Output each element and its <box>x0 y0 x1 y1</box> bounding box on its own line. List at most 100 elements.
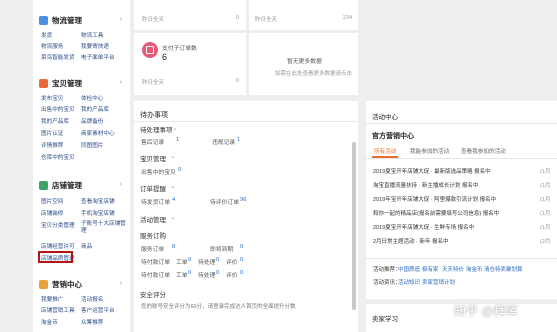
activity-row[interactable]: 2019夏宝开年店铺大促 · 生鲜专场 报名中 <box>373 223 474 231</box>
store-section-header[interactable]: 店铺管理 <box>39 180 82 191</box>
nav-link-image-space[interactable]: 图片空间 <box>41 197 63 205</box>
marketing-section-header[interactable]: 营销中心 <box>39 279 82 290</box>
pay-orders-card[interactable]: 支付子订单数 6 昨日全天 0 <box>134 33 246 95</box>
chevron-right-icon[interactable]: › <box>120 280 122 287</box>
service-row-value[interactable]: 0 <box>216 257 219 263</box>
activity-row[interactable]: 2月日常主题活动 · 新年 报名中 <box>373 237 448 245</box>
highlight-box <box>38 251 73 263</box>
nav-link-product-lib[interactable]: 我的产品库 <box>81 105 109 113</box>
recommend-link[interactable]: 极有家 <box>422 265 439 273</box>
security-text[interactable]: 您的账号安全评分为60分，请登录完成达人首页的全面提升分数 <box>141 302 296 310</box>
todo-group-product[interactable]: 宝贝管理 <box>140 153 166 163</box>
nav-link-event-signup[interactable]: 活动报名 <box>81 295 103 303</box>
bag-icon <box>39 79 48 88</box>
divider <box>366 123 557 124</box>
service-row-value[interactable]: 0 <box>188 270 191 276</box>
tab-joined[interactable]: 查看我参加的活动 <box>461 147 506 155</box>
activity-row[interactable]: 2019年宝开年店铺大促 · 阿里爆款引流计划 报名中 <box>373 195 496 203</box>
nav-link-product-lib-2[interactable]: 我的产品库 <box>41 117 69 125</box>
product-section-header[interactable]: 宝贝管理 <box>39 78 82 89</box>
nav-link-license[interactable]: 店铺经营许可 <box>41 242 75 250</box>
pay-orders-sub-label: 昨日全天 <box>142 80 165 86</box>
activity-row[interactable]: 和你一起的精品店(报名前需要填写公司信息) 报名中 <box>373 209 499 217</box>
news-link[interactable]: 活动知识 <box>398 278 420 286</box>
nav-link-logistics-tools[interactable]: 物流工具 <box>81 31 103 39</box>
service-row-value[interactable]: 0 <box>216 270 219 276</box>
chevron-right-icon[interactable]: › <box>120 79 122 86</box>
todo-item-value[interactable]: 0 <box>178 167 181 173</box>
recommend-link[interactable]: 中国质造 <box>398 265 420 273</box>
recommend-link[interactable]: 淘金币 <box>466 265 483 273</box>
pay-orders-label: 支付子订单数 <box>162 46 197 52</box>
empty-title: 暂无更多数据 <box>287 59 322 65</box>
watermark: 知乎 @拜晖 <box>454 304 518 318</box>
chevron-down-icon[interactable]: ⌄ <box>170 152 175 160</box>
service-row-label: 待付款订单 <box>141 273 170 279</box>
nav-link-ship[interactable]: 发货 <box>41 31 52 39</box>
nav-link-health-center[interactable]: 体检中心 <box>81 94 103 102</box>
nav-link-view-store[interactable]: 查看淘宝店铺 <box>81 197 115 205</box>
news-link[interactable]: 卖家营销计划 <box>422 278 455 286</box>
recommend-link[interactable]: 天天特价 <box>442 265 464 273</box>
nav-link-customer-ops[interactable]: 客户运营平台 <box>81 306 115 314</box>
todo-group-activity[interactable]: 活动管理 <box>140 214 166 224</box>
todo-item-value[interactable]: 96 <box>240 197 246 203</box>
activity-row[interactable]: 2019夏宝开年店铺大促 · 最新版选品策略 报名中 <box>373 167 491 175</box>
nav-link-logistics-service[interactable]: 物流服务 <box>41 42 63 50</box>
nav-link-smart-ship[interactable]: 菜鸟智能发货 <box>41 53 75 61</box>
tab-can-join[interactable]: 我能参加的活动 <box>410 147 449 155</box>
nav-link-category-mgmt[interactable]: 宝贝分类管理 <box>41 221 75 229</box>
todo-group-service[interactable]: 服务订购 <box>140 230 166 240</box>
chevron-down-icon[interactable]: ⌄ <box>170 213 175 221</box>
recommend-link[interactable]: 聚划算 <box>506 265 523 273</box>
nav-link-brand-backup[interactable]: 品牌备份 <box>81 117 103 125</box>
recommend-link[interactable]: 清仓特卖 <box>484 265 506 273</box>
nav-link-publish[interactable]: 发布宝贝 <box>41 94 63 102</box>
nav-link-material-center[interactable]: 商家素材中心 <box>81 129 115 137</box>
tab-all-activities[interactable]: 所有活动 <box>374 147 396 155</box>
todo-item-value[interactable]: 4 <box>172 197 175 203</box>
nav-link-warehouse[interactable]: 仓库中的宝贝 <box>41 153 75 161</box>
todo-item-value[interactable]: 1 <box>176 137 179 143</box>
nav-link-crowdfund[interactable]: 众筹推荐 <box>81 318 103 326</box>
todo-group-pending[interactable]: 待处理事项 <box>140 124 173 134</box>
todo-item-label: 即将到期 <box>210 247 234 253</box>
nav-link-sub-account[interactable]: 子账号十大店铺管理 <box>81 221 129 235</box>
service-row-value[interactable]: 0 <box>188 257 191 263</box>
nav-link-taojinbi[interactable]: 淘金币 <box>41 318 58 326</box>
todo-item-value[interactable]: 1 <box>237 137 240 143</box>
nav-link-promote[interactable]: 我要推广 <box>41 295 63 303</box>
activity-row[interactable]: 淘宝直播流量扶持 · 新主播成长计划 报名中 <box>373 181 478 189</box>
nav-link-same-image[interactable]: 同图图片 <box>81 141 103 149</box>
logistics-section-header[interactable]: 物流管理 <box>39 15 82 26</box>
service-row-label: 待付款订单 <box>141 260 170 266</box>
empty-subtitle[interactable]: 如需在此处查看更多数据请点击 <box>275 69 352 77</box>
logistics-title: 物流管理 <box>52 16 82 25</box>
service-row-value[interactable]: 0 <box>240 270 243 276</box>
todo-item-value[interactable]: 0 <box>240 244 243 250</box>
todo-group-orders[interactable]: 订单提醒 <box>140 183 166 193</box>
nav-link-store-decor[interactable]: 店铺装修 <box>41 209 63 217</box>
empty-data-card: 暂无更多数据 如需在此处查看更多数据请点击 <box>249 33 358 95</box>
service-row-label: 评价 <box>226 260 238 266</box>
todo-item-label: 违规记录 <box>212 140 236 146</box>
todo-item-value[interactable]: 8 <box>172 244 175 250</box>
nav-link-goods[interactable]: 商品 <box>81 242 92 250</box>
todo-item-label: 待发货订单 <box>141 200 170 206</box>
todo-item-label: 待评价订单 <box>210 200 239 206</box>
chevron-down-icon[interactable]: ⌄ <box>172 124 177 132</box>
nav-link-image-auth[interactable]: 图片认证 <box>41 129 63 137</box>
nav-link-marketing-tools[interactable]: 店铺营销工具 <box>41 306 75 314</box>
nav-link-e-waybill[interactable]: 电子面单平台 <box>81 53 115 61</box>
service-row-value[interactable]: 0 <box>240 257 243 263</box>
scrollbar[interactable] <box>352 142 356 310</box>
chevron-down-icon[interactable]: ⌄ <box>170 182 175 190</box>
pay-orders-sub-value: 0 <box>236 78 240 84</box>
nav-link-on-sale[interactable]: 出售中的宝贝 <box>41 105 75 113</box>
chevron-right-icon[interactable]: › <box>120 181 122 188</box>
nav-link-send-express[interactable]: 我要寄快递 <box>81 42 109 50</box>
chevron-right-icon[interactable]: › <box>120 16 122 23</box>
nav-link-mobile-store[interactable]: 手机淘宝店铺 <box>81 209 115 217</box>
nav-link-recommend[interactable]: 评情推荐 <box>41 141 63 149</box>
service-row-label: 工单 <box>176 260 188 266</box>
